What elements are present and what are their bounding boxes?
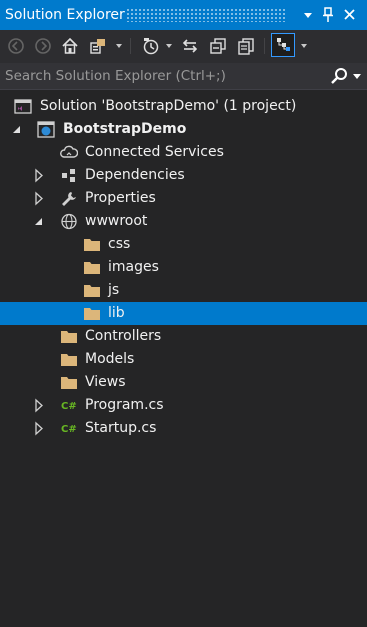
svg-text:C#: C# [61,424,77,435]
tree-item-label: Dependencies [85,167,185,183]
tree-item-label: Program.cs [85,397,164,413]
folder-icon [84,262,100,274]
tree-item-program-cs[interactable]: C# Program.cs [0,394,367,417]
solution-tree: Solution 'BootstrapDemo' (1 project) Boo… [0,95,367,440]
tree-item-label: Models [85,351,135,367]
collapse-all-icon [210,38,226,54]
tree-item-solution[interactable]: Solution 'BootstrapDemo' (1 project) [0,95,367,118]
collapsed-arrow-icon[interactable] [33,417,45,440]
tree-item-css[interactable]: css [0,233,367,256]
tree-item-properties[interactable]: Properties [0,187,367,210]
globe-icon [61,213,77,230]
tree-item-startup-cs[interactable]: C# Startup.cs [0,417,367,440]
collapsed-arrow-icon[interactable] [33,394,45,417]
tree-item-label: Properties [85,190,156,206]
properties-button[interactable] [271,33,295,57]
sync-with-active-document-icon [182,39,198,53]
properties-icon [277,38,290,51]
tree-item-label: BootstrapDemo [63,121,187,137]
search-bar [0,63,367,90]
home-button[interactable] [60,36,80,56]
search-options-dropdown[interactable] [353,74,361,79]
expanded-arrow-icon[interactable] [33,210,45,233]
svg-text:C#: C# [61,401,77,412]
folder-icon [61,354,77,366]
web-project-icon [37,121,55,138]
csharp-file-icon: C# [61,424,77,435]
folder-icon [84,308,100,320]
back-button[interactable] [6,36,26,56]
properties-dropdown[interactable] [301,44,307,48]
folder-icon [84,285,100,297]
tree-item-controllers[interactable]: Controllers [0,325,367,348]
title-bar: Solution Explorer [0,0,367,30]
show-all-files-button[interactable] [236,36,256,56]
back-arrow-icon [8,38,24,54]
pin-icon [323,7,333,22]
home-icon [62,37,78,54]
collapsed-arrow-icon[interactable] [33,164,45,187]
window-menu-button[interactable] [298,0,318,30]
tree-item-label: js [108,282,120,298]
switch-views-dropdown[interactable] [116,44,122,48]
csharp-file-icon: C# [61,401,77,412]
toolbar-separator [264,38,265,54]
solution-icon [14,99,32,114]
close-icon [344,9,355,20]
tree-item-label: Startup.cs [85,420,157,436]
tree-item-models[interactable]: Models [0,348,367,371]
search-input[interactable] [0,63,325,89]
tree-item-label: css [108,236,131,252]
tree-item-views[interactable]: Views [0,371,367,394]
folder-icon [84,239,100,251]
wrench-icon [62,192,76,206]
forward-arrow-icon [35,38,51,54]
tree-item-label: Connected Services [85,144,224,160]
collapse-all-button[interactable] [208,36,228,56]
tree-item-label: wwwroot [85,213,148,229]
tree-item-wwwroot[interactable]: wwwroot [0,210,367,233]
tree-item-project[interactable]: BootstrapDemo [0,118,367,141]
sync-with-active-document-button[interactable] [180,36,200,56]
search-icon[interactable] [330,67,348,85]
forward-button[interactable] [33,36,53,56]
tree-item-label: Views [85,374,126,390]
window-title: Solution Explorer [5,7,125,23]
expanded-arrow-icon[interactable] [11,118,23,141]
chevron-down-icon [304,13,312,18]
show-all-files-icon [238,38,254,55]
tree-item-label: images [108,259,159,275]
cloud-icon [60,145,78,158]
pending-changes-filter-button[interactable] [141,36,161,56]
dependencies-icon [62,169,75,182]
tree-item-connected-services[interactable]: Connected Services [0,141,367,164]
drag-grip[interactable] [126,8,286,22]
pending-changes-filter-icon [143,38,159,55]
folder-icon [61,377,77,389]
tree-item-dependencies[interactable]: Dependencies [0,164,367,187]
tree-item-lib[interactable]: lib [0,302,367,325]
tree-item-images[interactable]: images [0,256,367,279]
pending-changes-dropdown[interactable] [166,44,172,48]
tree-item-js[interactable]: js [0,279,367,302]
toolbar [0,30,367,63]
pin-button[interactable] [318,0,338,30]
tree-item-label: Solution 'BootstrapDemo' (1 project) [40,98,297,114]
collapsed-arrow-icon[interactable] [33,187,45,210]
toolbar-separator [130,38,131,54]
tree-item-label: Controllers [85,328,162,344]
switch-views-button[interactable] [88,36,108,56]
tree-item-label: lib [108,305,125,321]
solution-explorer-window: Solution Explorer Search Solution Explor… [0,0,367,627]
close-button[interactable] [340,0,360,30]
switch-views-icon [90,39,105,54]
folder-icon [61,331,77,343]
